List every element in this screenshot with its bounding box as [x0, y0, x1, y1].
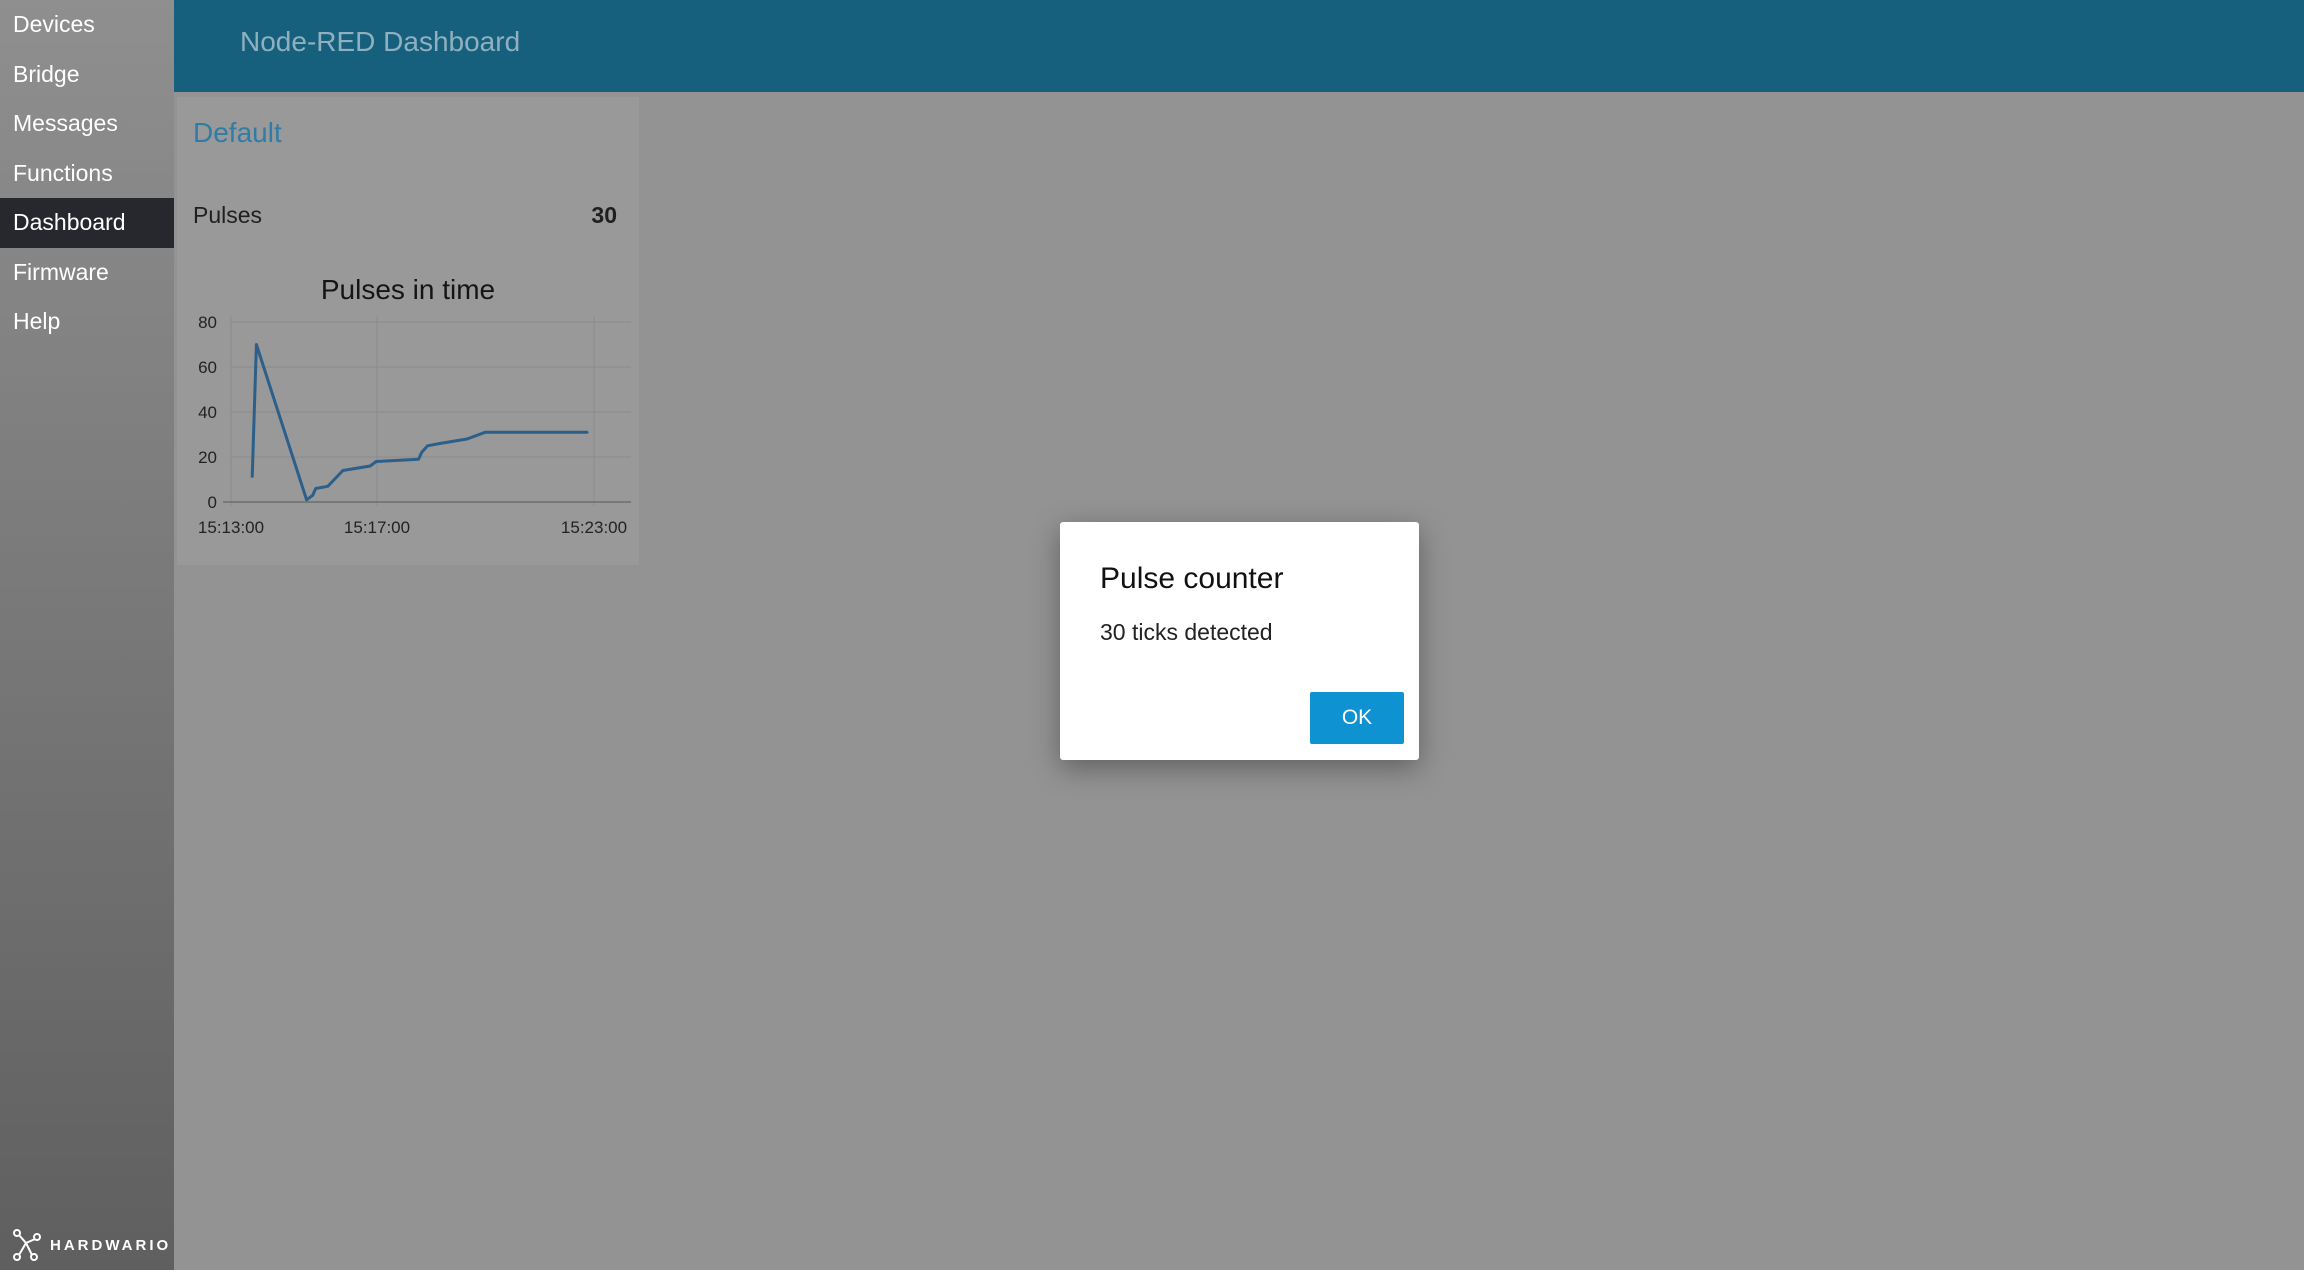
dialog-title: Pulse counter: [1100, 562, 1284, 595]
ok-button[interactable]: OK: [1310, 692, 1404, 744]
dialog-message: 30 ticks detected: [1100, 619, 1273, 645]
pulse-counter-dialog: Pulse counter 30 ticks detected OK: [1060, 522, 1419, 760]
